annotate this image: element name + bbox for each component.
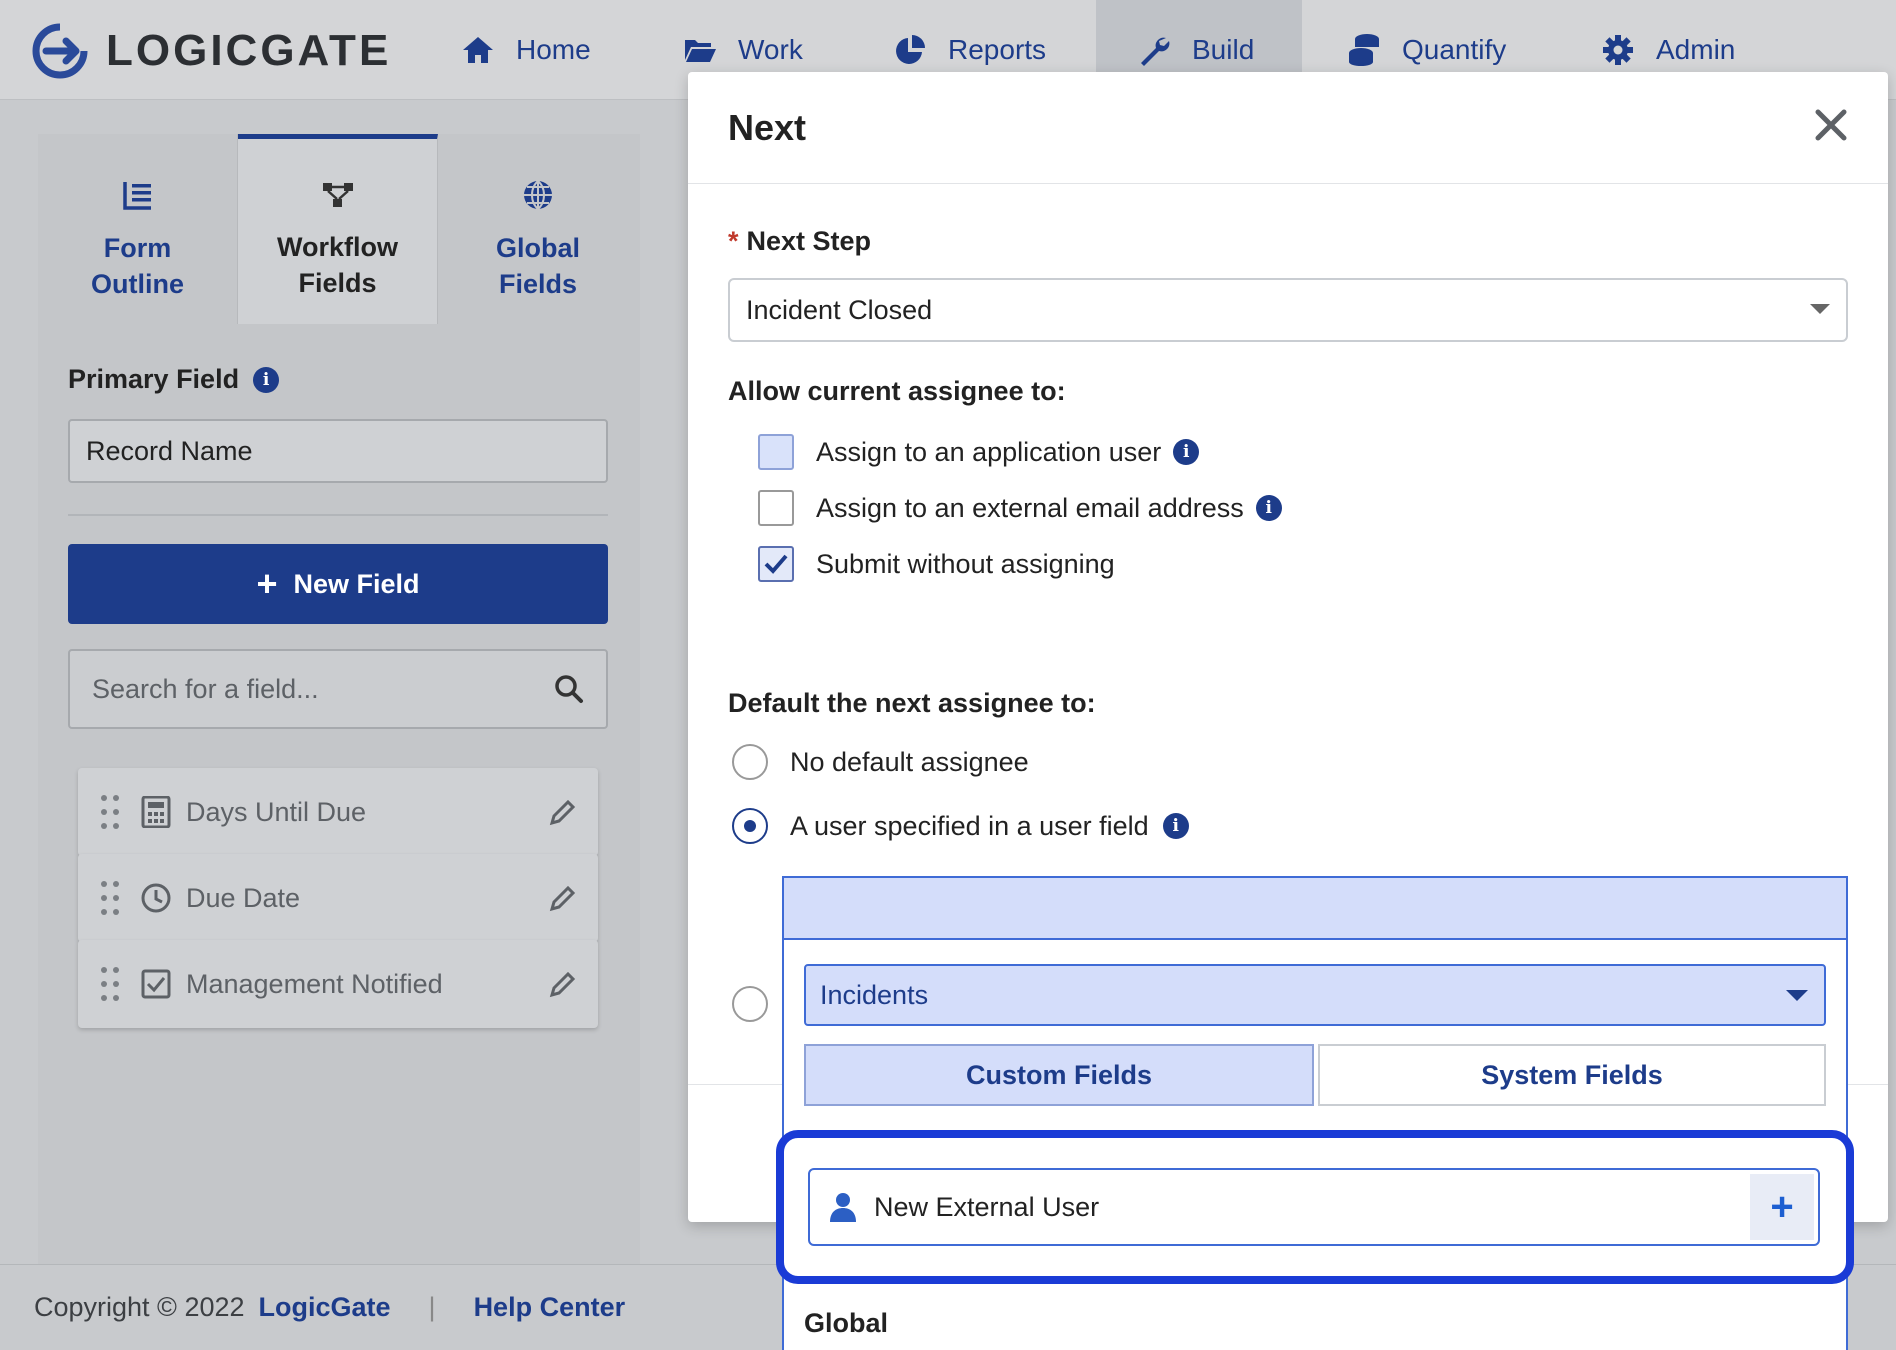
radio-button[interactable] <box>732 986 768 1022</box>
copyright-text: Copyright © 2022 <box>34 1292 245 1322</box>
plus-icon: + <box>256 563 278 604</box>
application-select[interactable]: Incidents <box>804 964 1826 1026</box>
field-card-label: Management Notified <box>186 968 443 999</box>
globe-icon <box>524 180 552 210</box>
panel-tabs: Form Outline Workflow Fields Global Fiel… <box>38 134 640 324</box>
drag-handle-icon[interactable] <box>98 964 122 1004</box>
option-label: Submit without assigning <box>816 548 1115 579</box>
checkbox[interactable] <box>758 490 794 526</box>
tab-workflow-fields[interactable]: Workflow Fields <box>238 134 438 324</box>
new-field-button-label: New Field <box>293 568 420 599</box>
nav-label: Admin <box>1656 34 1736 65</box>
option-assign-app-user[interactable]: Assign to an application user i <box>758 434 1200 470</box>
logicgate-link[interactable]: LogicGate <box>259 1292 391 1323</box>
field-card-days-until-due[interactable]: Days Until Due <box>78 768 598 856</box>
checkmark-icon <box>764 554 788 574</box>
nav-label: Quantify <box>1402 34 1507 65</box>
highlight-annotation <box>776 1130 1854 1284</box>
field-search <box>68 649 608 729</box>
required-marker: * <box>728 226 739 256</box>
new-field-button[interactable]: + New Field <box>68 544 608 624</box>
tab-label-line2: Fields <box>298 268 377 298</box>
radio-button-selected[interactable] <box>732 808 768 844</box>
tab-custom-fields[interactable]: Custom Fields <box>804 1044 1314 1106</box>
tab-label-line2: Outline <box>91 269 184 299</box>
checkbox[interactable] <box>758 434 794 470</box>
option-submit-without-assigning[interactable]: Submit without assigning <box>758 546 1115 582</box>
modal-title: Next <box>728 106 807 148</box>
info-icon[interactable]: i <box>1173 439 1200 465</box>
nav-label: Work <box>738 34 803 65</box>
primary-field-label-text: Primary Field <box>68 364 240 394</box>
logo[interactable]: LOGICGATE <box>30 20 391 82</box>
drag-handle-icon[interactable] <box>98 792 122 832</box>
radio-label: No default assignee <box>790 746 1029 777</box>
next-step-label-text: Next Step <box>746 226 872 256</box>
footer-separator: | <box>428 1292 436 1322</box>
field-card-due-date[interactable]: Due Date <box>78 854 598 942</box>
nav-label: Home <box>516 34 591 65</box>
radio-button[interactable] <box>732 744 768 780</box>
nav-home[interactable]: Home <box>460 0 591 100</box>
pie-chart-icon <box>892 32 928 68</box>
field-library-panel: Form Outline Workflow Fields Global Fiel… <box>38 134 640 1264</box>
divider <box>68 514 608 516</box>
next-step-label: * Next Step <box>728 226 871 257</box>
radio-no-default[interactable]: No default assignee <box>732 744 1029 780</box>
allow-assignee-label: Allow current assignee to: <box>728 376 1066 406</box>
home-icon <box>460 32 496 68</box>
checkbox-icon <box>141 969 171 999</box>
next-step-select[interactable]: Incident Closed <box>728 278 1848 342</box>
drag-handle-icon[interactable] <box>98 878 122 918</box>
workflow-icon <box>322 183 353 207</box>
chevron-down-icon <box>1786 990 1808 1001</box>
info-icon[interactable]: i <box>1255 495 1282 521</box>
logo-text: LOGICGATE <box>106 26 392 75</box>
field-card-label: Days Until Due <box>186 796 367 827</box>
application-select-value: Incidents <box>820 979 929 1010</box>
primary-field-label: Primary Field i <box>68 364 280 395</box>
section-heading-global: Global <box>804 1308 889 1338</box>
help-center-link[interactable]: Help Center <box>474 1292 626 1323</box>
wrench-icon <box>1136 32 1172 68</box>
tab-global-fields[interactable]: Global Fields <box>438 134 638 324</box>
nav-label: Build <box>1192 34 1255 65</box>
close-icon[interactable] <box>1812 106 1850 144</box>
default-assignee-label: Default the next assignee to: <box>728 688 1096 718</box>
field-card-label: Due Date <box>186 882 301 913</box>
tab-label-line1: Workflow <box>277 232 398 262</box>
pencil-icon[interactable] <box>548 883 578 913</box>
radio-label: A user specified in a user field <box>790 810 1149 841</box>
tab-label-line2: Fields <box>498 269 578 299</box>
next-step-value: Incident Closed <box>746 294 933 325</box>
modal-header: Next <box>688 72 1888 184</box>
search-icon[interactable] <box>554 674 584 704</box>
primary-field-select[interactable]: Record Name <box>68 419 608 483</box>
option-label: Assign to an application user <box>816 436 1162 467</box>
logicgate-logo-icon <box>32 23 88 79</box>
pencil-icon[interactable] <box>548 797 578 827</box>
clock-icon <box>141 883 171 913</box>
radio-user-field[interactable]: A user specified in a user field i <box>732 808 1189 844</box>
info-icon[interactable]: i <box>253 366 280 393</box>
chevron-down-icon <box>1810 304 1830 314</box>
pencil-icon[interactable] <box>548 969 578 999</box>
gear-icon <box>1600 32 1636 68</box>
tab-label-line1: Form <box>103 233 172 263</box>
field-card-management-notified[interactable]: Management Notified <box>78 940 598 1028</box>
tab-system-fields[interactable]: System Fields <box>1318 1044 1826 1106</box>
calculator-icon <box>141 796 171 828</box>
nav-label: Reports <box>948 34 1047 65</box>
info-icon[interactable]: i <box>1162 813 1189 839</box>
tab-label-line1: Global <box>495 233 580 263</box>
field-search-input[interactable] <box>92 673 554 705</box>
list-outline-icon <box>122 182 151 210</box>
option-label: Assign to an external email address <box>816 492 1244 523</box>
checkbox-checked[interactable] <box>758 546 794 582</box>
user-field-search-input[interactable] <box>784 878 1846 940</box>
coins-icon <box>1346 32 1382 68</box>
tab-form-outline[interactable]: Form Outline <box>38 134 238 324</box>
folder-open-icon <box>682 32 718 68</box>
option-assign-external-email[interactable]: Assign to an external email address i <box>758 490 1282 526</box>
